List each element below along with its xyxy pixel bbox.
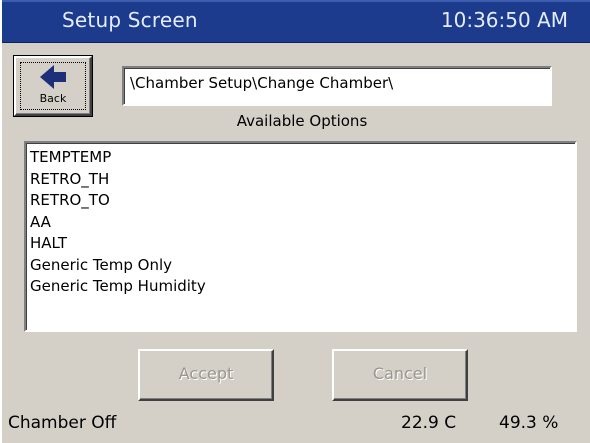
screen-title: Setup Screen — [62, 8, 198, 32]
available-options-label: Available Options — [236, 112, 368, 130]
back-button[interactable]: Back — [14, 56, 92, 116]
list-item[interactable]: Generic Temp Only — [30, 255, 575, 277]
list-item[interactable]: RETRO_TO — [30, 190, 575, 212]
title-bar: Setup Screen 10:36:50 AM — [2, 0, 590, 43]
cancel-button[interactable]: Cancel — [332, 349, 468, 401]
temperature-readout: 22.9 C — [401, 413, 457, 433]
status-bar: Chamber Off 22.9 C 49.3 % — [2, 410, 590, 443]
list-item[interactable]: HALT — [30, 233, 575, 255]
path-field: \Chamber Setup\Change Chamber\ — [122, 66, 552, 106]
accept-button[interactable]: Accept — [138, 349, 274, 401]
list-item[interactable]: RETRO_TH — [30, 169, 575, 191]
setup-screen: Setup Screen 10:36:50 AM Back \Chamber S… — [0, 0, 590, 443]
options-list[interactable]: TEMPTEMP RETRO_TH RETRO_TO AA HALT Gener… — [24, 141, 577, 332]
list-item[interactable]: AA — [30, 212, 575, 234]
humidity-readout: 49.3 % — [499, 413, 559, 433]
left-arrow-icon — [40, 65, 66, 89]
chamber-state: Chamber Off — [8, 413, 117, 433]
clock: 10:36:50 AM — [440, 8, 568, 32]
list-item[interactable]: TEMPTEMP — [30, 147, 575, 169]
back-label: Back — [39, 92, 67, 105]
list-item[interactable]: Generic Temp Humidity — [30, 276, 575, 298]
